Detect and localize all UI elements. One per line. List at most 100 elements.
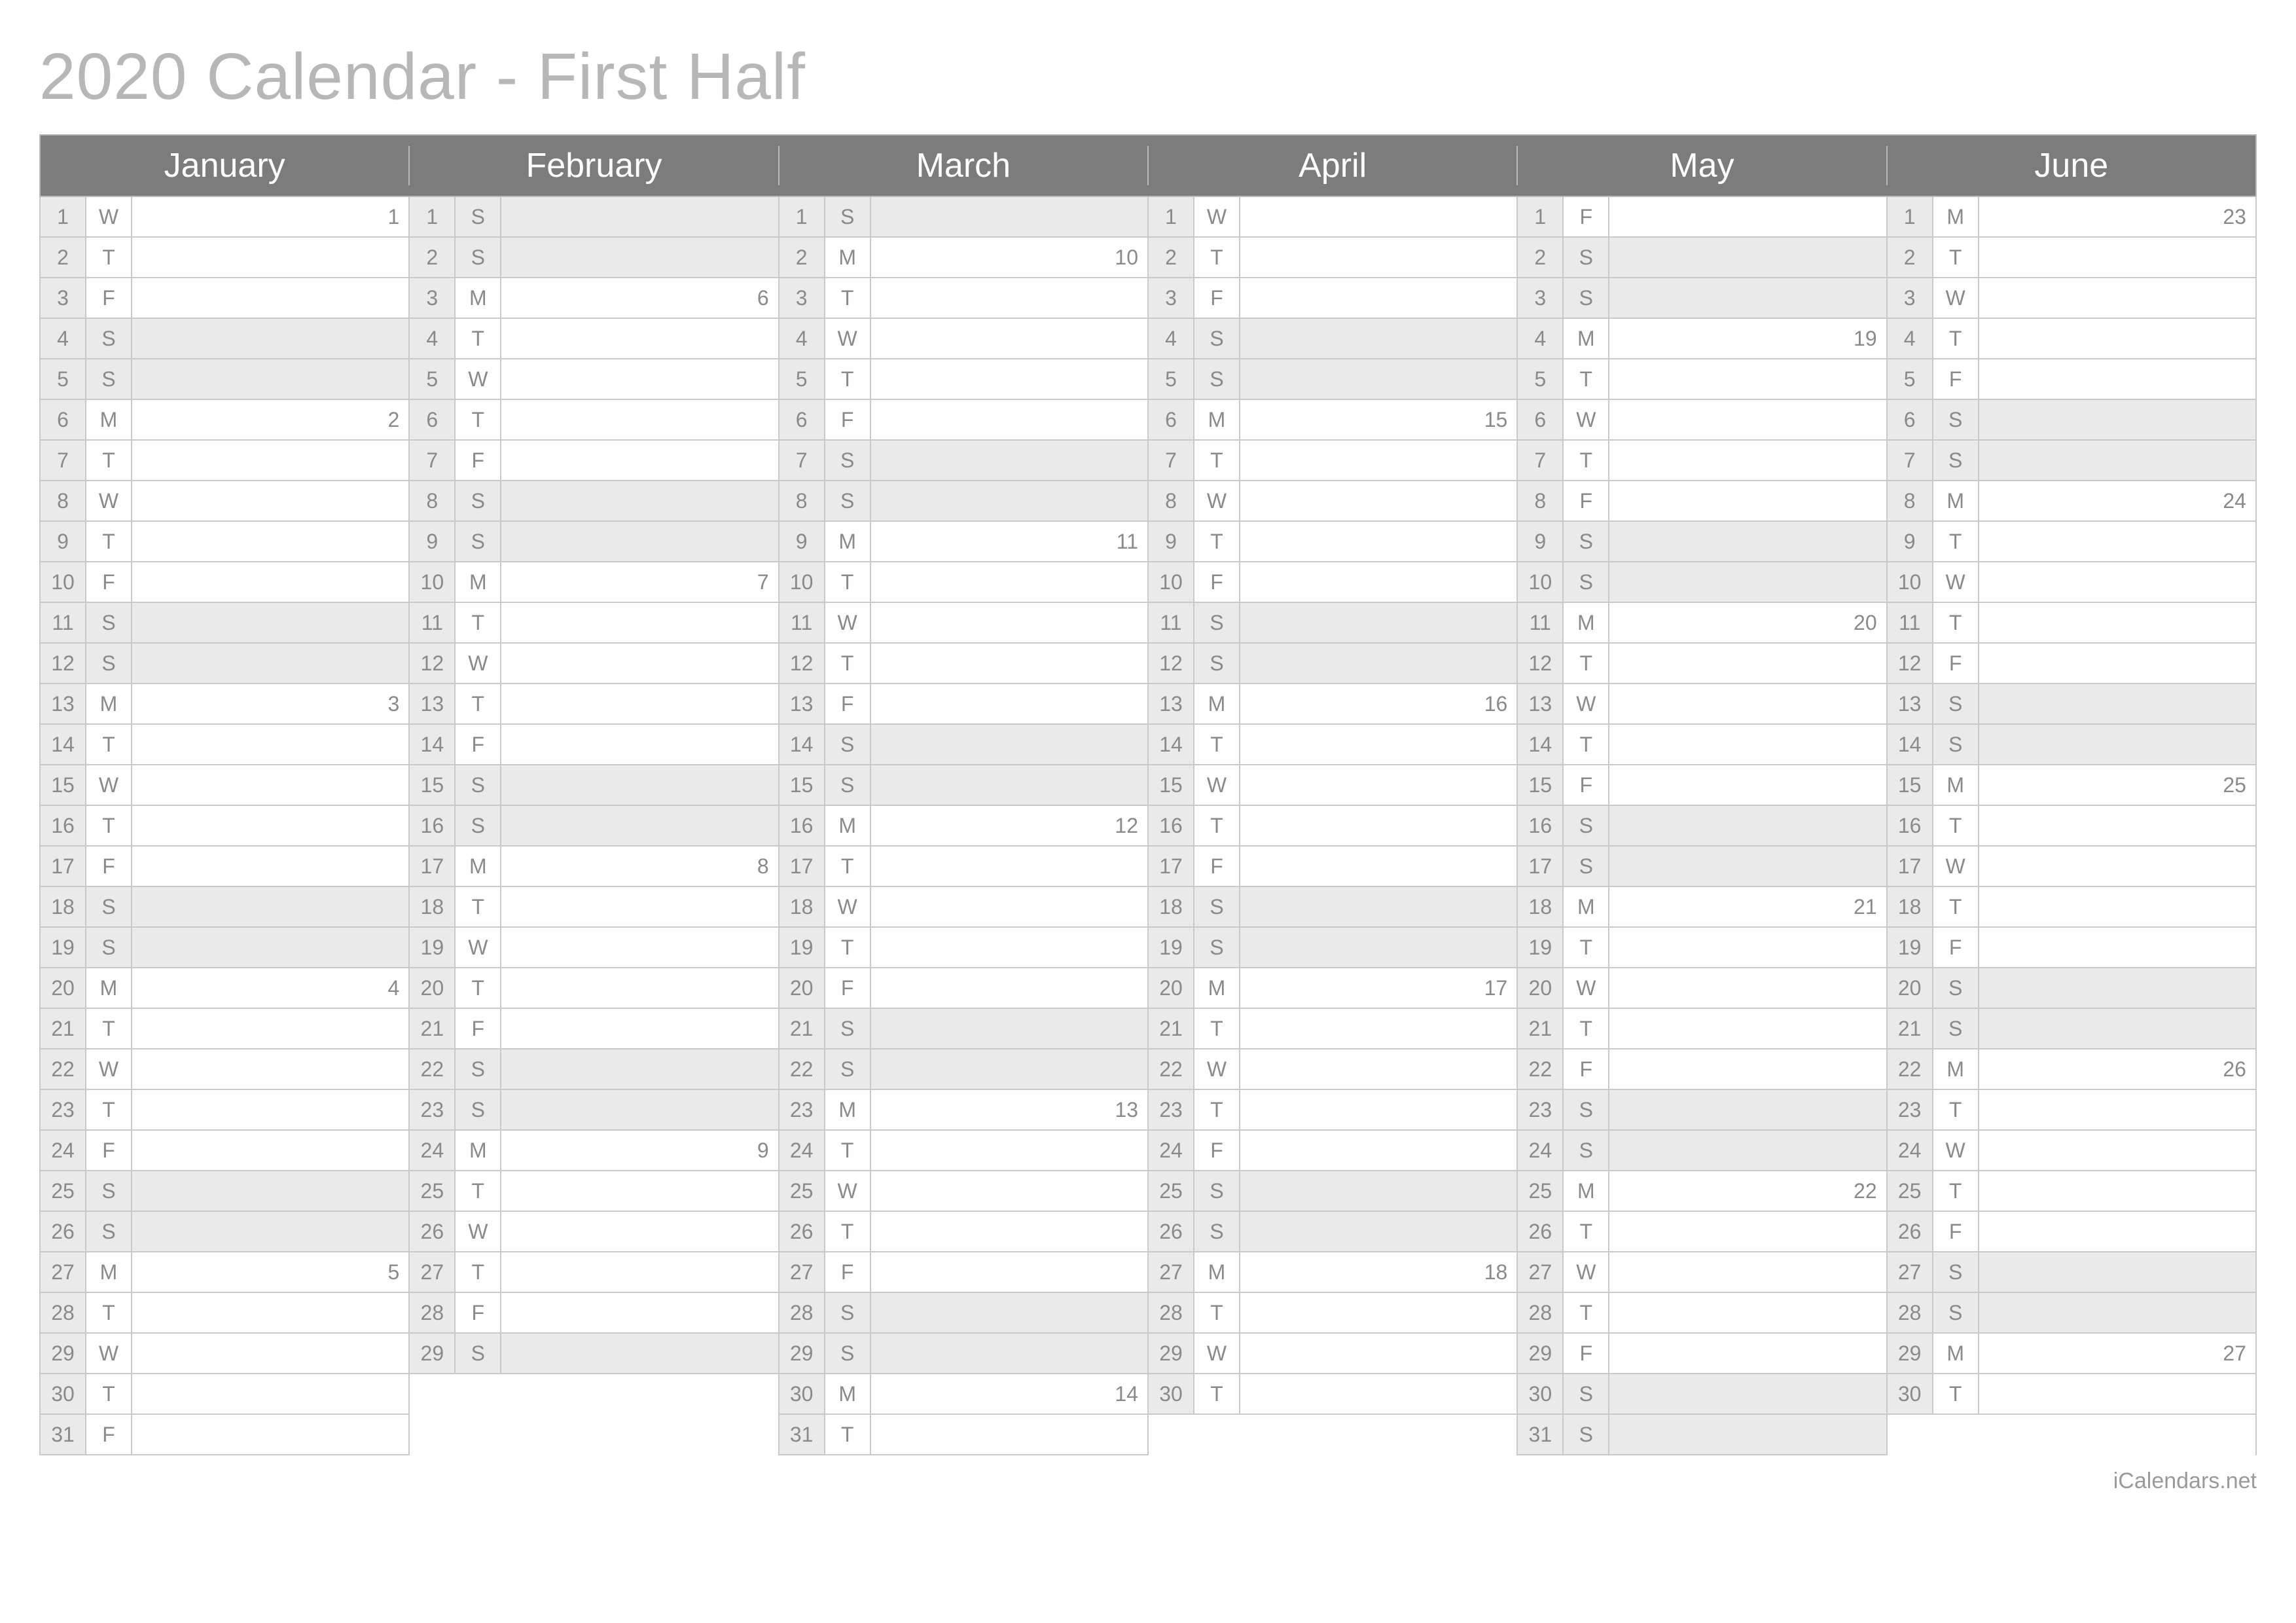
week-number: 21 xyxy=(1609,887,1886,926)
day-row: 6M15 xyxy=(1149,400,1518,441)
day-number: 25 xyxy=(41,1171,86,1211)
day-of-week: S xyxy=(1564,1415,1609,1454)
day-number: 27 xyxy=(780,1252,825,1292)
day-number: 14 xyxy=(41,725,86,764)
day-of-week: S xyxy=(456,1090,501,1129)
month-header: May xyxy=(1518,146,1887,185)
day-of-week: T xyxy=(1564,1009,1609,1048)
day-number: 11 xyxy=(41,603,86,642)
day-number: 14 xyxy=(780,725,825,764)
day-of-week: F xyxy=(86,278,132,318)
day-of-week: W xyxy=(456,644,501,683)
day-of-week: S xyxy=(825,725,871,764)
week-number xyxy=(132,1049,408,1089)
day-number: 25 xyxy=(1888,1171,1933,1211)
day-row: 14T xyxy=(1149,725,1518,765)
calendar-body: 1W12T3F4S5S6M27T8W9T10F11S12S13M314T15W1… xyxy=(39,197,2257,1455)
day-number: 15 xyxy=(1518,765,1564,805)
day-number: 7 xyxy=(1149,441,1194,480)
day-number: 10 xyxy=(1518,562,1564,602)
day-number: 11 xyxy=(410,603,456,642)
day-of-week: S xyxy=(1564,278,1609,318)
day-row: 12S xyxy=(41,644,410,684)
day-number: 23 xyxy=(1888,1090,1933,1129)
week-number xyxy=(501,806,778,845)
day-of-week: T xyxy=(1564,1293,1609,1332)
day-row: 27M5 xyxy=(41,1252,410,1293)
week-number xyxy=(501,522,778,561)
day-of-week: S xyxy=(825,765,871,805)
day-number: 30 xyxy=(1518,1374,1564,1413)
day-number: 14 xyxy=(1518,725,1564,764)
day-number: 17 xyxy=(41,847,86,886)
day-row: 1F xyxy=(1518,197,1887,238)
day-of-week: W xyxy=(1564,968,1609,1008)
day-of-week: F xyxy=(825,400,871,439)
day-number: 7 xyxy=(1888,441,1933,480)
day-row: 3M6 xyxy=(410,278,779,319)
day-of-week: W xyxy=(86,765,132,805)
week-number: 17 xyxy=(1240,968,1516,1008)
day-row: 12T xyxy=(1518,644,1887,684)
day-of-week: T xyxy=(1564,441,1609,480)
week-number xyxy=(501,887,778,926)
day-row: 4M19 xyxy=(1518,319,1887,359)
day-number: 27 xyxy=(1149,1252,1194,1292)
month-column: 1W2T3F4S5S6M157T8W9T10F11S12S13M1614T15W… xyxy=(1149,197,1518,1455)
day-number: 24 xyxy=(1149,1131,1194,1170)
day-number: 28 xyxy=(1888,1293,1933,1332)
day-row: 30T xyxy=(41,1374,410,1415)
week-number xyxy=(1609,481,1886,520)
day-row: 17S xyxy=(1518,847,1887,887)
day-number: 29 xyxy=(1149,1334,1194,1373)
day-of-week: M xyxy=(825,806,871,845)
day-number: 2 xyxy=(41,238,86,277)
week-number xyxy=(1979,1171,2255,1211)
day-number: 13 xyxy=(41,684,86,723)
week-number xyxy=(501,481,778,520)
day-of-week: S xyxy=(825,197,871,236)
day-row: 16S xyxy=(410,806,779,847)
day-of-week: T xyxy=(825,1415,871,1454)
day-number: 4 xyxy=(41,319,86,358)
week-number xyxy=(871,928,1147,967)
day-number: 5 xyxy=(1149,359,1194,399)
day-of-week: F xyxy=(456,725,501,764)
day-number: 23 xyxy=(410,1090,456,1129)
day-row: 10F xyxy=(1149,562,1518,603)
week-number xyxy=(132,644,408,683)
day-row: 26S xyxy=(1149,1212,1518,1252)
day-number: 20 xyxy=(1518,968,1564,1008)
day-number: 29 xyxy=(1518,1334,1564,1373)
day-of-week: F xyxy=(1933,644,1979,683)
week-number xyxy=(1609,1293,1886,1332)
day-row: 30T xyxy=(1149,1374,1518,1415)
day-row: 10T xyxy=(780,562,1149,603)
week-number xyxy=(871,1049,1147,1089)
day-number: 22 xyxy=(780,1049,825,1089)
week-number xyxy=(1609,644,1886,683)
day-row: 28T xyxy=(41,1293,410,1334)
day-row: 27T xyxy=(410,1252,779,1293)
day-number: 18 xyxy=(1149,887,1194,926)
day-of-week: T xyxy=(456,684,501,723)
week-number: 6 xyxy=(501,278,778,318)
day-row: 15W xyxy=(41,765,410,806)
day-row: 21S xyxy=(780,1009,1149,1049)
day-of-week: T xyxy=(1194,725,1240,764)
day-number: 11 xyxy=(1149,603,1194,642)
day-of-week: S xyxy=(86,1212,132,1251)
week-number xyxy=(132,1334,408,1373)
day-row: 23S xyxy=(410,1090,779,1131)
week-number: 20 xyxy=(1609,603,1886,642)
day-row: 22S xyxy=(410,1049,779,1090)
day-number: 15 xyxy=(1888,765,1933,805)
day-of-week: S xyxy=(86,644,132,683)
day-row: 2T xyxy=(1149,238,1518,278)
week-number xyxy=(871,319,1147,358)
week-number xyxy=(1609,847,1886,886)
day-row: 31T xyxy=(780,1415,1149,1455)
week-number xyxy=(1609,441,1886,480)
day-number: 27 xyxy=(1888,1252,1933,1292)
day-number: 10 xyxy=(1149,562,1194,602)
